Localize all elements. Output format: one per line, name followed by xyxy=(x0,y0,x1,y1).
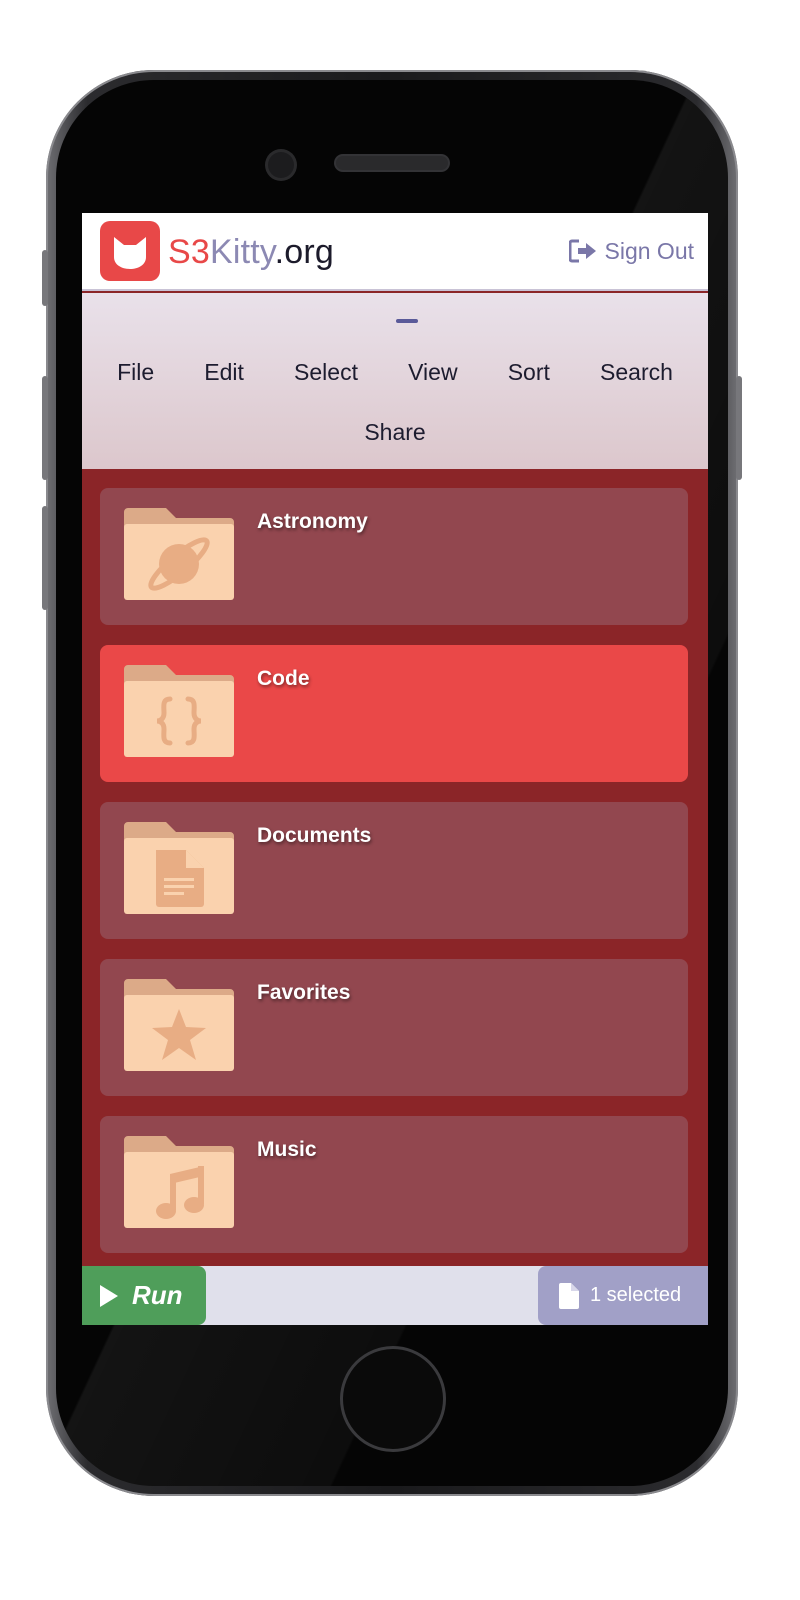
cat-logo-icon[interactable] xyxy=(100,221,160,281)
menu-search[interactable]: Search xyxy=(600,359,673,386)
folder-name: Favorites xyxy=(257,981,351,1004)
sign-out-label: Sign Out xyxy=(604,237,695,264)
folder-icon xyxy=(124,508,234,600)
menu-file[interactable]: File xyxy=(117,359,154,386)
folder-icon xyxy=(124,665,234,757)
earpiece-speaker xyxy=(336,156,448,170)
brand-s3: S3 xyxy=(168,233,210,271)
folder-item-code[interactable]: Code xyxy=(100,645,688,782)
folder-item-documents[interactable]: Documents xyxy=(100,802,688,939)
folder-item-favorites[interactable]: Favorites xyxy=(100,959,688,1096)
volume-down-button xyxy=(42,506,48,610)
mute-switch xyxy=(42,250,48,306)
folder-item-music[interactable]: Music xyxy=(100,1116,688,1253)
menu-row: File Edit Select View Sort Search xyxy=(82,359,708,386)
folder-name: Astronomy xyxy=(257,510,368,533)
bottom-toolbar: Run 1 selected xyxy=(82,1266,708,1325)
sign-out-button[interactable]: Sign Out xyxy=(568,235,695,267)
selection-count-label: 1 selected xyxy=(590,1284,682,1306)
home-button xyxy=(340,1346,446,1452)
collapse-handle[interactable] xyxy=(396,319,418,323)
menu-view[interactable]: View xyxy=(408,359,457,386)
folder-name: Code xyxy=(257,667,310,690)
menu-row: Share xyxy=(82,419,708,446)
app-screen: S3Kitty.org Sign Out File Edit Select Vi… xyxy=(82,213,708,1325)
brand-org: .org xyxy=(274,233,334,271)
folder-name: Documents xyxy=(257,824,372,847)
file-icon xyxy=(559,1282,579,1309)
folder-icon xyxy=(124,979,234,1071)
menu-select[interactable]: Select xyxy=(294,359,358,386)
brand-title[interactable]: S3Kitty.org xyxy=(168,233,334,272)
app-header: S3Kitty.org Sign Out xyxy=(82,213,708,291)
sign-out-icon xyxy=(568,239,596,263)
folder-list: Astronomy Code Documents Favorites Music xyxy=(100,488,688,1273)
menu-bar: File Edit Select View Sort Search Share xyxy=(82,293,708,469)
brand-kitty: Kitty xyxy=(210,233,275,271)
power-button xyxy=(736,376,742,480)
folder-icon xyxy=(124,1136,234,1228)
menu-share[interactable]: Share xyxy=(364,419,425,445)
folder-item-astronomy[interactable]: Astronomy xyxy=(100,488,688,625)
play-icon xyxy=(100,1284,118,1307)
volume-up-button xyxy=(42,376,48,480)
folder-name: Music xyxy=(257,1138,317,1161)
front-camera xyxy=(268,152,294,178)
run-button[interactable]: Run xyxy=(82,1266,206,1325)
run-label: Run xyxy=(132,1280,183,1310)
menu-edit[interactable]: Edit xyxy=(204,359,244,386)
selection-count-button[interactable]: 1 selected xyxy=(538,1266,708,1325)
menu-sort[interactable]: Sort xyxy=(508,359,550,386)
folder-icon xyxy=(124,822,234,914)
